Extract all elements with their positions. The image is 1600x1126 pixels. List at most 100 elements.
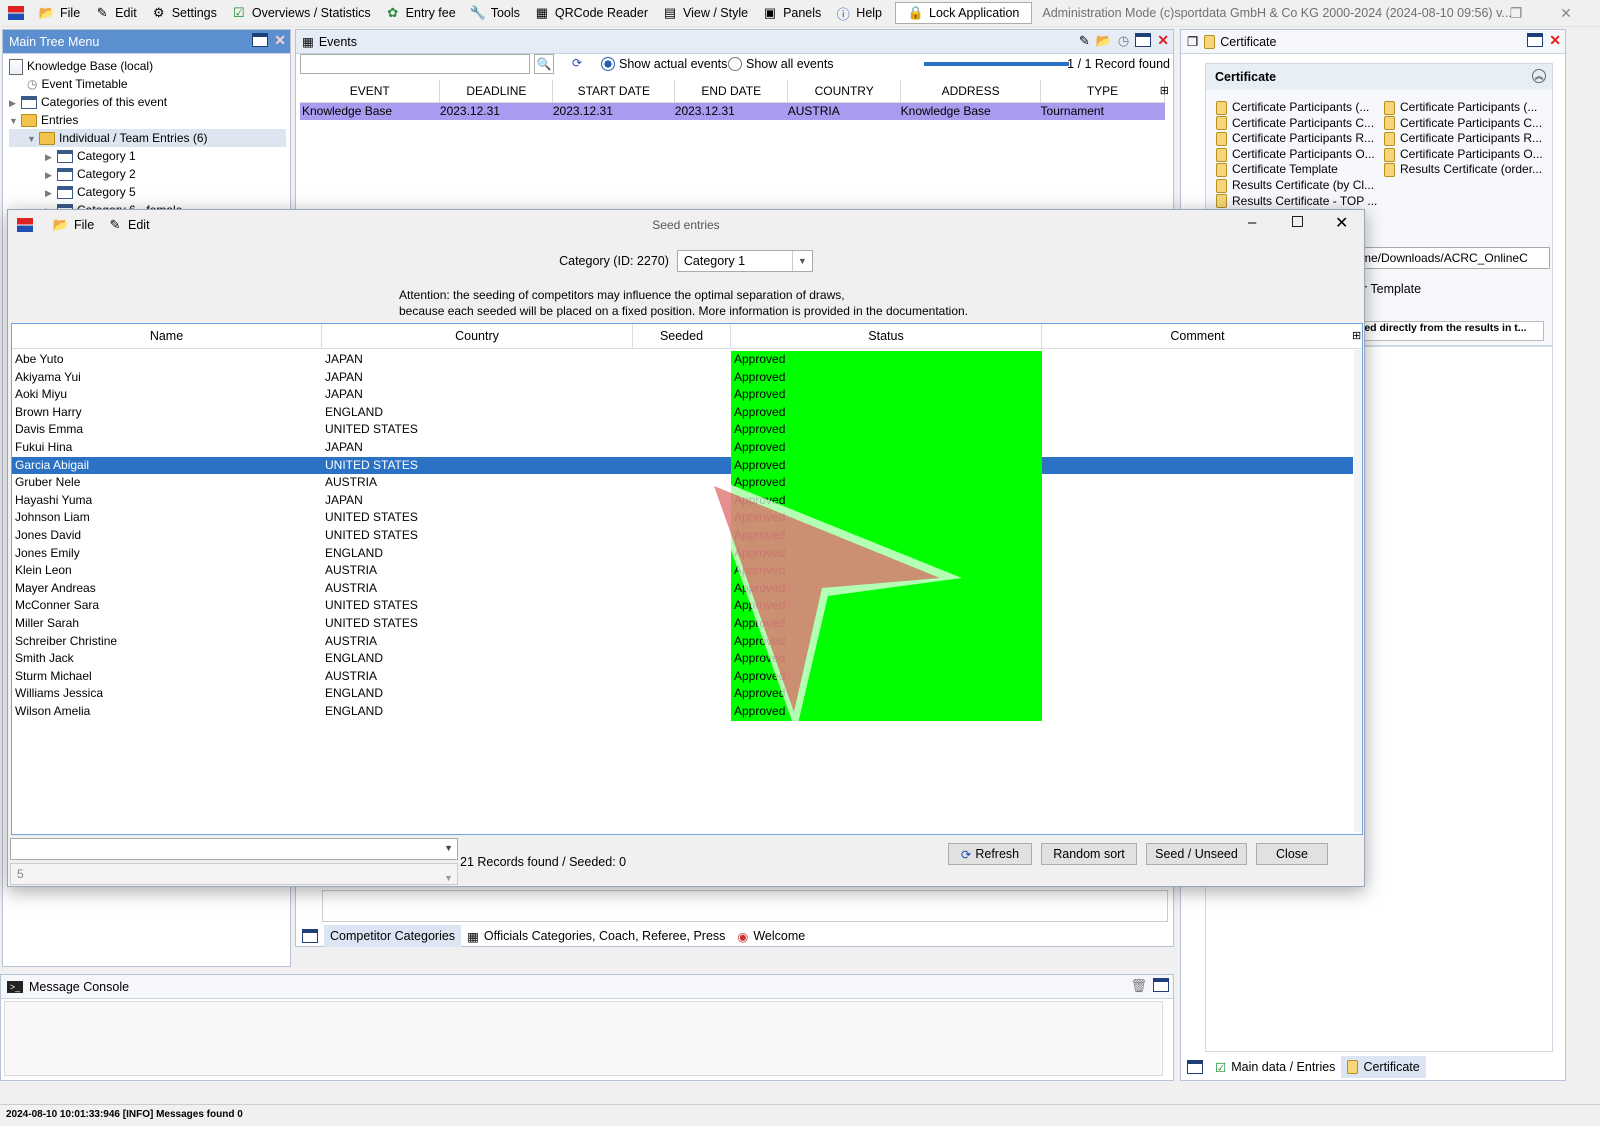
random-sort-button[interactable]: Random sort bbox=[1041, 843, 1137, 865]
col-event[interactable]: EVENT bbox=[300, 80, 441, 103]
col-start-date[interactable]: START DATE bbox=[552, 80, 676, 103]
table-row[interactable]: Abe Yuto JAPAN Approved bbox=[12, 351, 1353, 369]
certificate-item[interactable]: Certificate Participants (... bbox=[1216, 100, 1378, 116]
refresh-button[interactable]: ⟳ Refresh bbox=[948, 843, 1032, 865]
maximize-icon[interactable] bbox=[1135, 33, 1152, 47]
tree-item-category-5[interactable]: ▶ Category 5 bbox=[9, 183, 290, 201]
menu-entry-fee[interactable]: ✿ Entry fee bbox=[378, 0, 463, 27]
category-dropdown[interactable]: Category 1 ▼ bbox=[676, 250, 813, 272]
table-row[interactable]: Mayer Andreas AUSTRIA Approved bbox=[12, 579, 1353, 598]
tree-item-categories[interactable]: ▶ Categories of this event bbox=[9, 93, 290, 111]
expand-arrow-icon[interactable]: ▶ bbox=[45, 166, 57, 184]
minimize-icon[interactable]: – bbox=[1248, 214, 1256, 231]
tree-item-team-entries[interactable]: ▼ Individual / Team Entries (6) bbox=[9, 129, 286, 147]
clock-icon[interactable]: ◷ bbox=[1118, 33, 1129, 49]
table-row[interactable]: Smith Jack ENGLAND Approved bbox=[12, 650, 1353, 668]
trash-icon[interactable]: 🗑 bbox=[1130, 978, 1147, 994]
maximize-icon[interactable] bbox=[1187, 1060, 1203, 1074]
open-folder-icon[interactable]: 📂 bbox=[1096, 33, 1112, 49]
certificate-item[interactable]: Certificate Participants C... bbox=[1216, 116, 1378, 132]
radio-checked-icon[interactable] bbox=[601, 57, 615, 71]
table-row[interactable]: Sturm Michael AUSTRIA Approved bbox=[12, 667, 1353, 686]
filter-dropdown[interactable]: ▼ bbox=[10, 838, 458, 860]
col-name[interactable]: Name bbox=[12, 324, 322, 349]
col-comment[interactable]: Comment bbox=[1042, 324, 1353, 349]
expand-arrow-icon[interactable]: ▶ bbox=[45, 148, 57, 166]
certificate-item[interactable]: Certificate Participants C... bbox=[1384, 116, 1550, 132]
tab-certificate[interactable]: Certificate bbox=[1341, 1056, 1426, 1078]
seed-unseed-button[interactable]: Seed / Unseed bbox=[1146, 843, 1247, 865]
close-icon[interactable]: ✕ bbox=[1549, 33, 1561, 47]
table-row[interactable]: Gruber Nele AUSTRIA Approved bbox=[12, 474, 1353, 492]
tab-officials-categories[interactable]: ▦ Officials Categories, Coach, Referee, P… bbox=[461, 925, 731, 947]
col-country[interactable]: Country bbox=[322, 324, 633, 349]
certificate-item[interactable]: Certificate Participants O... bbox=[1216, 147, 1378, 163]
window-close-button[interactable]: ✕ bbox=[1546, 0, 1586, 27]
col-address[interactable]: ADDRESS bbox=[900, 80, 1042, 103]
certificate-item[interactable]: Results Certificate (by Cl... bbox=[1216, 178, 1378, 194]
lock-application-button[interactable]: 🔒 Lock Application bbox=[895, 2, 1033, 24]
tree-item-event-timetable[interactable]: ◷ Event Timetable bbox=[9, 75, 290, 93]
tab-main-data-entries[interactable]: ☑ Main data / Entries bbox=[1209, 1056, 1341, 1078]
tree-item-knowledge-base[interactable]: Knowledge Base (local) bbox=[9, 57, 290, 75]
col-end-date[interactable]: END DATE bbox=[674, 80, 789, 103]
certificate-item[interactable]: Certificate Participants R... bbox=[1216, 131, 1378, 147]
table-row[interactable]: Klein Leon AUSTRIA Approved bbox=[12, 562, 1353, 580]
radio-all-events[interactable]: Show all events bbox=[728, 57, 834, 71]
tree-item-category-2[interactable]: ▶ Category 2 bbox=[9, 165, 290, 183]
close-icon[interactable]: ✕ bbox=[1335, 213, 1348, 233]
column-settings-icon[interactable]: ⊞ bbox=[1352, 329, 1361, 342]
table-row[interactable]: Miller Sarah UNITED STATES Approved bbox=[12, 615, 1353, 633]
maximize-icon[interactable] bbox=[252, 33, 269, 47]
col-country[interactable]: COUNTRY bbox=[787, 80, 902, 103]
collapse-arrow-icon[interactable]: ▼ bbox=[9, 112, 21, 130]
col-seeded[interactable]: Seeded bbox=[633, 324, 731, 349]
window-restore-button[interactable]: ❐ bbox=[1496, 0, 1536, 27]
table-row[interactable]: Jones David UNITED STATES Approved bbox=[12, 527, 1353, 545]
tree-item-category-1[interactable]: ▶ Category 1 bbox=[9, 147, 290, 165]
menu-view-style[interactable]: ▤ View / Style bbox=[655, 0, 755, 27]
table-row[interactable]: Garcia Abigail UNITED STATES Approved bbox=[12, 456, 1353, 475]
col-status[interactable]: Status bbox=[731, 324, 1042, 349]
expand-arrow-icon[interactable]: ▶ bbox=[9, 94, 21, 112]
table-row[interactable]: McConner Sara UNITED STATES Approved bbox=[12, 597, 1353, 615]
certificate-item[interactable]: Certificate Participants R... bbox=[1384, 131, 1550, 147]
table-row[interactable]: Johnson Liam UNITED STATES Approved bbox=[12, 509, 1353, 527]
vertical-scrollbar[interactable] bbox=[1354, 350, 1362, 832]
table-row[interactable]: Jones Emily ENGLAND Approved bbox=[12, 544, 1353, 563]
count-dropdown[interactable]: 5 ▼ bbox=[10, 863, 458, 885]
expand-arrow-icon[interactable]: ▶ bbox=[45, 184, 57, 202]
radio-unchecked-icon[interactable] bbox=[728, 57, 742, 71]
table-row[interactable]: Akiyama Yui JAPAN Approved bbox=[12, 368, 1353, 387]
edit-icon[interactable]: ✎ bbox=[1079, 33, 1090, 49]
col-deadline[interactable]: DEADLINE bbox=[439, 80, 554, 103]
collapse-arrow-icon[interactable]: ▼ bbox=[27, 130, 39, 148]
table-row[interactable]: Schreiber Christine AUSTRIA Approved bbox=[12, 632, 1353, 651]
menu-edit[interactable]: ✎ Edit bbox=[87, 0, 144, 27]
certificate-item[interactable]: Certificate Template bbox=[1216, 162, 1378, 178]
table-row[interactable]: Aoki Miyu JAPAN Approved bbox=[12, 386, 1353, 404]
tree-item-entries[interactable]: ▼ Entries bbox=[9, 111, 290, 129]
refresh-icon[interactable]: ⟳ bbox=[568, 54, 586, 74]
column-settings-icon[interactable]: ⊞ bbox=[1160, 84, 1169, 97]
tab-welcome[interactable]: ◉ Welcome bbox=[731, 925, 811, 947]
path-input[interactable]: me/Downloads/ACRC_OnlineC bbox=[1356, 247, 1550, 269]
event-search-input[interactable] bbox=[300, 54, 530, 74]
collapse-icon[interactable]: ︽ bbox=[1532, 69, 1546, 83]
certificate-item[interactable]: Results Certificate - TOP ... bbox=[1216, 194, 1378, 210]
menu-overviews[interactable]: ☑ Overviews / Statistics bbox=[224, 0, 378, 27]
radio-actual-events[interactable]: Show actual events bbox=[601, 57, 727, 71]
table-row[interactable]: Fukui Hina JAPAN Approved bbox=[12, 439, 1353, 457]
maximize-icon[interactable] bbox=[1527, 33, 1544, 47]
close-icon[interactable]: ✕ bbox=[274, 33, 286, 47]
menu-file[interactable]: 📂 File bbox=[32, 0, 87, 27]
close-button[interactable]: Close bbox=[1256, 843, 1328, 865]
col-type[interactable]: TYPE bbox=[1040, 80, 1165, 103]
close-icon[interactable]: ✕ bbox=[1157, 33, 1169, 49]
menu-panels[interactable]: ▣ Panels bbox=[755, 0, 828, 27]
table-row[interactable]: Davis Emma UNITED STATES Approved bbox=[12, 421, 1353, 439]
search-icon[interactable]: 🔍 bbox=[534, 54, 554, 74]
event-row[interactable]: Knowledge Base 2023.12.31 2023.12.31 202… bbox=[300, 102, 1165, 120]
menu-help[interactable]: ⓘ Help bbox=[828, 0, 889, 27]
table-row[interactable]: Williams Jessica ENGLAND Approved bbox=[12, 685, 1353, 703]
